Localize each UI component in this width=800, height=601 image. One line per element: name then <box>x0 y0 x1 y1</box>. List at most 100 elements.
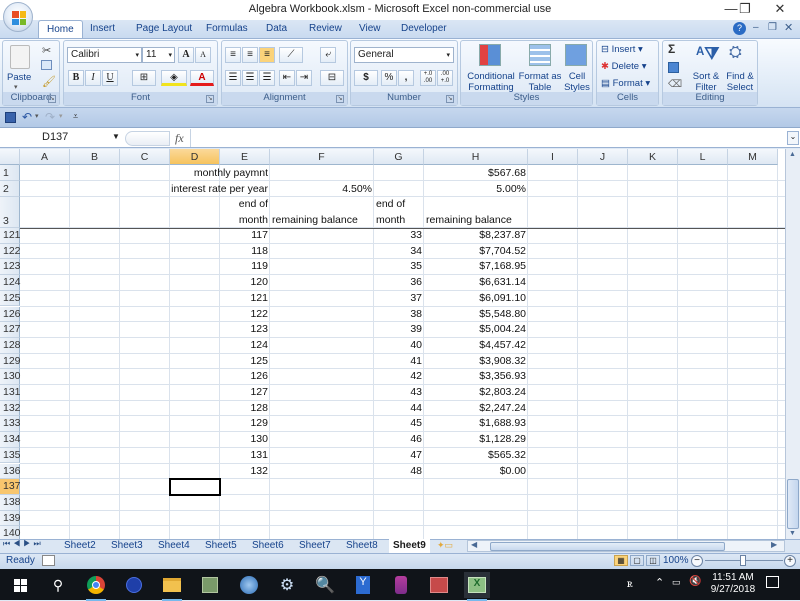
people-icon[interactable]: ꭱ <box>627 576 633 591</box>
search-icon[interactable]: ⚲ <box>45 572 71 598</box>
decrease-indent-button[interactable]: ⇤ <box>279 70 295 86</box>
align-bottom-button[interactable]: ≡ <box>259 47 275 63</box>
row-header[interactable]: 126 <box>0 306 21 323</box>
name-box[interactable]: D137 <box>0 129 125 147</box>
cell-e[interactable]: 129 <box>220 416 270 432</box>
sort-filter-button[interactable]: Sort & Filter <box>691 71 721 93</box>
app-green-icon[interactable] <box>197 572 223 598</box>
help-icon[interactable]: ? <box>733 22 746 35</box>
row-header[interactable]: 136 <box>0 463 21 480</box>
tab-home[interactable]: Home <box>38 20 83 38</box>
cell-e[interactable]: 121 <box>220 291 270 307</box>
cell-g[interactable]: 38 <box>374 307 424 323</box>
tab-review[interactable]: Review <box>301 20 350 38</box>
redo-dropdown-icon[interactable]: ▾ <box>59 112 63 120</box>
column-header-h[interactable]: H <box>424 149 528 165</box>
row-header[interactable]: 2 <box>0 181 20 197</box>
scroll-down-icon[interactable]: ▼ <box>789 530 796 537</box>
cell-h[interactable]: $3,908.32 <box>424 354 528 370</box>
row-header[interactable]: 139 <box>0 510 21 527</box>
number-format-select[interactable]: General ▾ <box>354 47 454 63</box>
ribbon-restore-icon[interactable]: ❐ <box>768 22 777 33</box>
tab-formulas[interactable]: Formulas <box>198 20 256 38</box>
grow-font-button[interactable]: A <box>178 47 194 63</box>
cell-h[interactable]: $6,631.14 <box>424 275 528 291</box>
row-header[interactable]: 131 <box>0 385 21 401</box>
cell-h2[interactable]: 5.00% <box>424 181 528 197</box>
cell-e[interactable]: 123 <box>220 322 270 338</box>
zoom-out-button[interactable]: − <box>691 555 703 567</box>
increase-indent-button[interactable]: ⇥ <box>296 70 312 86</box>
page-layout-view-icon[interactable]: ▢ <box>630 555 644 566</box>
column-header-k[interactable]: K <box>628 149 678 165</box>
sheet-tab-sheet9[interactable]: Sheet9 <box>389 539 430 553</box>
app-blue-icon[interactable] <box>121 572 147 598</box>
scroll-up-icon[interactable]: ▲ <box>789 151 796 158</box>
cell-h3[interactable]: remaining balance <box>424 213 528 228</box>
cell-styles-button[interactable]: Cell Styles <box>561 71 593 93</box>
cell-e[interactable]: 118 <box>220 244 270 260</box>
column-header-g[interactable]: G <box>374 149 424 165</box>
column-header-d[interactable]: D <box>170 149 220 165</box>
cell-g[interactable]: 43 <box>374 385 424 401</box>
cell-g[interactable]: 47 <box>374 448 424 464</box>
column-header-c[interactable]: C <box>120 149 170 165</box>
name-box-dropdown-icon[interactable]: ▼ <box>112 132 120 141</box>
cell-e[interactable]: 122 <box>220 307 270 323</box>
row-header[interactable]: 127 <box>0 322 21 338</box>
magnifier-icon[interactable]: 🔍 <box>312 572 338 598</box>
redo-icon[interactable]: ↷ <box>45 110 55 124</box>
currency-button[interactable]: $ <box>354 70 378 86</box>
format-cells-button[interactable]: ▤ Format ▾ <box>601 78 650 89</box>
cell-g[interactable]: 37 <box>374 291 424 307</box>
cell-h[interactable]: $0.00 <box>424 464 528 480</box>
sheet-tab-sheet5[interactable]: Sheet5 <box>201 539 241 553</box>
shrink-font-button[interactable]: A <box>195 47 211 63</box>
row-header[interactable]: 140 <box>0 526 21 539</box>
column-header-a[interactable]: A <box>20 149 70 165</box>
customize-qat-icon[interactable]: ⩡ <box>73 111 78 122</box>
scroll-left-icon[interactable]: ◀ <box>471 540 477 549</box>
cell-e[interactable]: 127 <box>220 385 270 401</box>
row-header[interactable]: 130 <box>0 369 21 385</box>
cell-f3[interactable]: remaining balance <box>270 213 374 228</box>
delete-cells-button[interactable]: ✱ Delete ▾ <box>601 61 647 72</box>
dialog-launcher-icon[interactable]: ↘ <box>336 95 344 103</box>
cell-g[interactable]: 35 <box>374 259 424 275</box>
format-painter-icon[interactable]: 🖌 <box>42 75 56 88</box>
row-header[interactable]: 121 <box>0 228 21 244</box>
cell-h[interactable]: $5,548.80 <box>424 307 528 323</box>
row-header[interactable]: 138 <box>0 494 21 511</box>
horizontal-scrollbar[interactable]: ◀ ▶ <box>467 540 785 552</box>
clock[interactable]: 11:51 AM 9/27/2018 <box>708 572 758 596</box>
cell-e3-bottom[interactable]: month <box>220 213 270 228</box>
cell-h[interactable]: $7,704.52 <box>424 244 528 260</box>
cell-h[interactable]: $2,247.24 <box>424 401 528 417</box>
file-explorer-icon[interactable] <box>159 572 185 601</box>
cell-h[interactable]: $8,237.87 <box>424 228 528 244</box>
tab-data[interactable]: Data <box>258 20 295 38</box>
percent-button[interactable]: % <box>381 70 397 86</box>
cell-e[interactable]: 132 <box>220 464 270 480</box>
sheet-tab-sheet8[interactable]: Sheet8 <box>342 539 382 553</box>
cell-g[interactable]: 33 <box>374 228 424 244</box>
tab-page-layout[interactable]: Page Layout <box>128 20 200 38</box>
row-header[interactable]: 133 <box>0 416 21 433</box>
cell-g[interactable]: 44 <box>374 401 424 417</box>
wrap-text-button[interactable]: ⤶ <box>320 47 336 63</box>
row-header[interactable]: 123 <box>0 259 21 276</box>
app-stack-icon[interactable] <box>388 572 414 598</box>
chrome-icon[interactable] <box>83 572 109 601</box>
cell-g[interactable]: 41 <box>374 354 424 370</box>
expand-formula-bar-icon[interactable]: ⌄ <box>787 131 799 145</box>
column-header-e[interactable]: E <box>220 149 270 165</box>
copy-icon[interactable] <box>41 60 52 70</box>
cell-g[interactable]: 42 <box>374 369 424 385</box>
conditional-formatting-button[interactable]: Conditional Formatting <box>463 71 519 93</box>
cell-h[interactable]: $3,356.93 <box>424 369 528 385</box>
dialog-launcher-icon[interactable]: ↘ <box>446 95 454 103</box>
cell-e[interactable]: 117 <box>220 228 270 244</box>
cell-g[interactable]: 48 <box>374 464 424 480</box>
borders-button[interactable]: ⊞ <box>132 70 156 86</box>
cell-g3-bottom[interactable]: month <box>374 213 424 228</box>
